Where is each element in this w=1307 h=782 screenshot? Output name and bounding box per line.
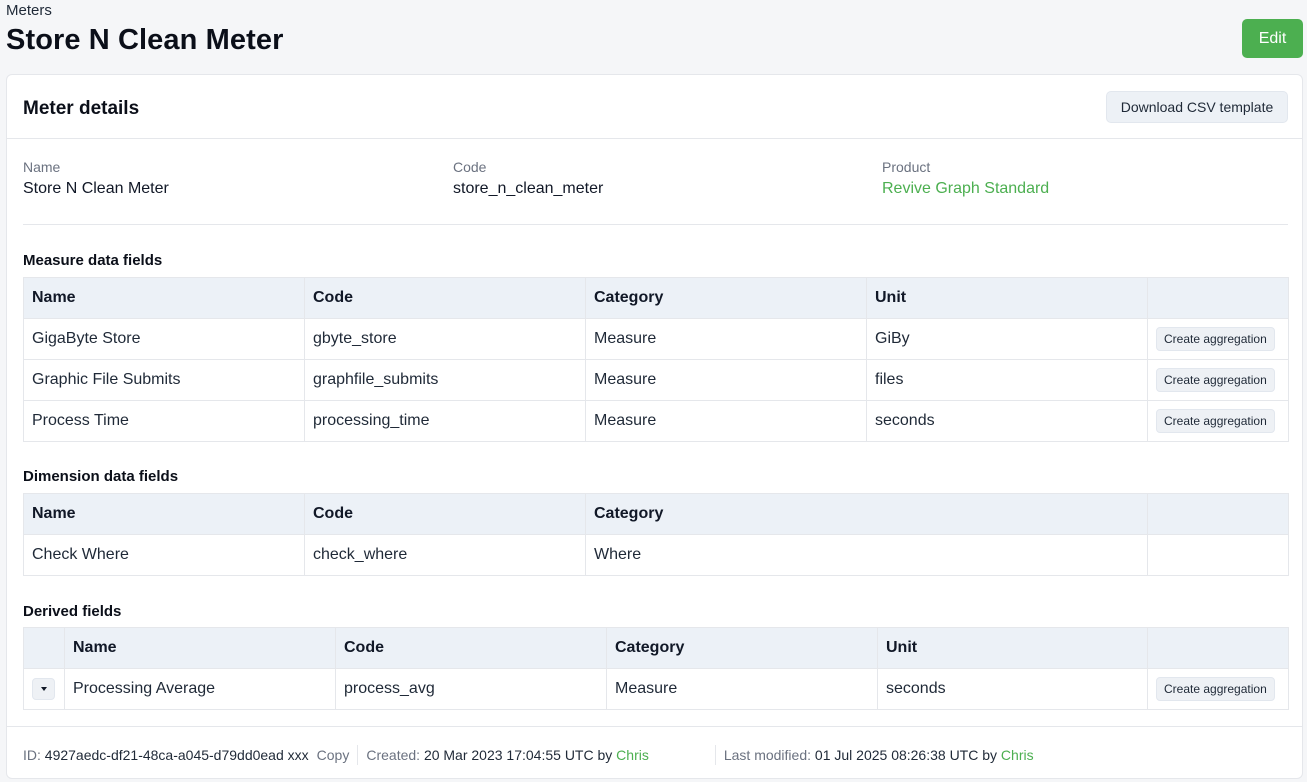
- cell-category: Measure: [585, 400, 867, 442]
- breadcrumb[interactable]: Meters: [6, 2, 52, 19]
- cell-category: Where: [585, 534, 1148, 576]
- cell-unit: GiBy: [866, 318, 1148, 360]
- edit-button[interactable]: Edit: [1242, 19, 1303, 58]
- column-header: Code: [304, 277, 586, 319]
- cell-unit: seconds: [866, 400, 1148, 442]
- cell-code: check_where: [304, 534, 586, 576]
- cell-action: Create aggregation: [1147, 359, 1289, 401]
- column-header: [1147, 493, 1289, 535]
- id-label: ID:: [23, 747, 41, 763]
- table-header-row: Name Code Category: [23, 493, 1289, 535]
- meter-details-card: Meter details Download CSV template Name…: [6, 74, 1303, 779]
- create-aggregation-button[interactable]: Create aggregation: [1156, 368, 1275, 392]
- id-value: 4927aedc-df21-48ca-a045-d79dd0ead xxx: [44, 747, 309, 763]
- footer-separator: [714, 745, 716, 765]
- created-by-link[interactable]: Chris: [616, 747, 649, 763]
- cell-unit: seconds: [877, 668, 1148, 710]
- column-header: Category: [585, 493, 1148, 535]
- column-header: Code: [304, 493, 586, 535]
- expand-row-button[interactable]: [32, 678, 55, 700]
- cell-category: Measure: [585, 359, 867, 401]
- column-header: Unit: [877, 627, 1148, 669]
- cell-action: Create aggregation: [1147, 668, 1289, 710]
- caret-down-icon: [40, 687, 47, 691]
- table-header-row: Name Code Category Unit: [23, 627, 1289, 669]
- column-header: Name: [64, 627, 336, 669]
- header-divider: [7, 138, 1302, 139]
- cell-code: process_avg: [335, 668, 607, 710]
- cell-category: Measure: [606, 668, 878, 710]
- cell-expand: [23, 668, 65, 710]
- cell-action: Create aggregation: [1147, 318, 1289, 360]
- measure-section-title: Measure data fields: [23, 252, 163, 269]
- table-row: Process Time processing_time Measure sec…: [23, 400, 1289, 442]
- name-value: Store N Clean Meter: [23, 180, 169, 197]
- cell-code: gbyte_store: [304, 318, 586, 360]
- record-footer: ID: 4927aedc-df21-48ca-a045-d79dd0ead xx…: [23, 745, 1034, 765]
- column-header: [1147, 277, 1289, 319]
- table-row: Graphic File Submits graphfile_submits M…: [23, 359, 1289, 401]
- cell-action: Create aggregation: [1147, 400, 1289, 442]
- column-header: Name: [23, 493, 305, 535]
- code-label: Code: [453, 159, 487, 175]
- cell-unit: files: [866, 359, 1148, 401]
- derived-section-title: Derived fields: [23, 603, 122, 620]
- column-header: Category: [585, 277, 867, 319]
- download-csv-template-button[interactable]: Download CSV template: [1106, 91, 1288, 123]
- cell-code: graphfile_submits: [304, 359, 586, 401]
- cell-name: Check Where: [23, 534, 305, 576]
- dimension-section-title: Dimension data fields: [23, 468, 179, 485]
- column-header: Code: [335, 627, 607, 669]
- cell-category: Measure: [585, 318, 867, 360]
- footer-divider: [7, 726, 1302, 727]
- cell-name: Graphic File Submits: [23, 359, 305, 401]
- derived-table: Name Code Category Unit Processing Avera…: [23, 627, 1289, 710]
- details-divider: [23, 224, 1288, 225]
- column-header: Unit: [866, 277, 1148, 319]
- cell-name: GigaByte Store: [23, 318, 305, 360]
- table-row: Check Where check_where Where: [23, 534, 1289, 576]
- name-label: Name: [23, 159, 61, 175]
- table-header-row: Name Code Category Unit: [23, 277, 1289, 319]
- cell-code: processing_time: [304, 400, 586, 442]
- create-aggregation-button[interactable]: Create aggregation: [1156, 677, 1275, 701]
- code-value: store_n_clean_meter: [453, 180, 604, 197]
- column-header: [23, 627, 65, 669]
- create-aggregation-button[interactable]: Create aggregation: [1156, 409, 1275, 433]
- create-aggregation-button[interactable]: Create aggregation: [1156, 327, 1275, 351]
- table-row: Processing Average process_avg Measure s…: [23, 668, 1289, 710]
- copy-id-button[interactable]: Copy: [317, 747, 350, 763]
- measure-table: Name Code Category Unit GigaByte Store g…: [23, 277, 1289, 442]
- modified-label: Last modified:: [723, 747, 812, 763]
- dimension-table: Name Code Category Check Where check_whe…: [23, 493, 1289, 576]
- cell-name: Processing Average: [64, 668, 336, 710]
- column-header: [1147, 627, 1289, 669]
- created-label: Created:: [366, 747, 421, 763]
- column-header: Name: [23, 277, 305, 319]
- table-row: GigaByte Store gbyte_store Measure GiBy …: [23, 318, 1289, 360]
- footer-separator: [357, 745, 359, 765]
- cell-name: Process Time: [23, 400, 305, 442]
- created-value: 20 Mar 2023 17:04:55 UTC by: [423, 747, 613, 763]
- product-label: Product: [882, 159, 931, 175]
- card-title: Meter details: [23, 98, 140, 119]
- modified-value: 01 Jul 2025 08:26:38 UTC by: [814, 747, 998, 763]
- column-header: Category: [606, 627, 878, 669]
- modified-by-link[interactable]: Chris: [1001, 747, 1034, 763]
- page-title: Store N Clean Meter: [6, 24, 284, 56]
- product-link[interactable]: Revive Graph Standard: [882, 180, 1049, 198]
- cell-empty: [1147, 534, 1289, 576]
